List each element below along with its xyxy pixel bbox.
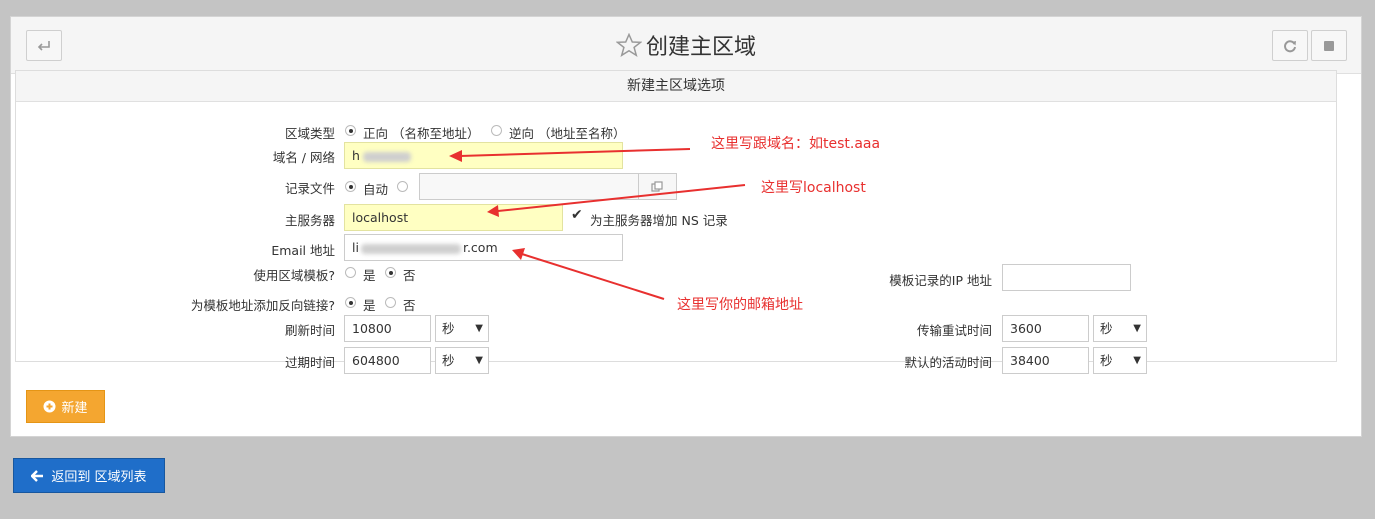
create-button[interactable]: 新建 <box>26 390 105 423</box>
arrow-left-icon <box>31 469 44 482</box>
record-file-input[interactable] <box>419 173 639 200</box>
add-ns-label: 为主服务器增加 NS 记录 <box>590 213 728 228</box>
use-template-no-radio[interactable] <box>385 267 396 278</box>
master-server-label: 主服务器 <box>284 213 335 228</box>
domain-input[interactable]: h <box>344 142 623 169</box>
default-ttl-label: 默认的活动时间 <box>904 355 992 370</box>
stop-icon <box>1324 40 1334 51</box>
refresh-time-label: 刷新时间 <box>284 323 335 338</box>
chevron-down-icon: ▼ <box>475 355 483 366</box>
transfer-retry-input[interactable]: 3600 <box>1002 315 1089 342</box>
expire-time-label: 过期时间 <box>284 355 335 370</box>
expire-unit-select[interactable]: 秒 ▼ <box>435 347 489 374</box>
section-title: 新建主区域选项 <box>16 71 1336 102</box>
file-chooser-button[interactable] <box>638 173 677 200</box>
chevron-down-icon: ▼ <box>475 323 483 334</box>
return-button-label: 返回到 区域列表 <box>51 470 147 485</box>
zone-type-label: 区域类型 <box>284 126 335 141</box>
refresh-time-input[interactable]: 10800 <box>344 315 431 342</box>
use-template-label: 使用区域模板? <box>253 268 335 283</box>
template-ip-input[interactable] <box>1002 264 1131 291</box>
transfer-retry-unit-value: 秒 <box>1100 321 1113 336</box>
record-file-custom-radio[interactable] <box>397 181 408 192</box>
domain-value: h <box>352 148 360 163</box>
default-ttl-unit-select[interactable]: 秒 ▼ <box>1093 347 1147 374</box>
add-ns-checkbox[interactable]: ✔ <box>571 208 584 222</box>
chevron-down-icon: ▼ <box>1133 355 1141 366</box>
email-label: Email 地址 <box>271 243 335 258</box>
expire-time-input[interactable]: 604800 <box>344 347 431 374</box>
stop-button[interactable] <box>1311 30 1347 61</box>
email-value-suffix: r.com <box>462 240 498 255</box>
zone-type-forward-radio[interactable] <box>345 125 356 136</box>
email-value-prefix: li <box>352 240 359 255</box>
use-template-yes-radio[interactable] <box>345 267 356 278</box>
record-file-label: 记录文件 <box>284 181 335 196</box>
record-file-auto-radio[interactable] <box>345 181 356 192</box>
use-template-yes-label: 是 <box>363 268 376 283</box>
expire-unit-value: 秒 <box>442 353 455 368</box>
add-reverse-no-label: 否 <box>403 298 416 313</box>
default-ttl-input[interactable]: 38400 <box>1002 347 1089 374</box>
email-annotation: 这里写你的邮箱地址 <box>677 297 803 313</box>
add-reverse-yes-label: 是 <box>363 298 376 313</box>
use-template-no-label: 否 <box>403 268 416 283</box>
email-input[interactable]: li r.com <box>344 234 623 261</box>
zone-type-reverse-label: 逆向 （地址至名称） <box>509 126 626 141</box>
page-title-text: 创建主区域 <box>645 35 756 60</box>
template-ip-label: 模板记录的IP 地址 <box>889 273 992 288</box>
domain-label: 域名 / 网络 <box>272 150 335 165</box>
create-button-label: 新建 <box>61 401 88 416</box>
refresh-icon <box>1284 39 1296 52</box>
add-reverse-no-radio[interactable] <box>385 297 396 308</box>
add-reverse-yes-radio[interactable] <box>345 297 356 308</box>
transfer-retry-label: 传输重试时间 <box>916 323 992 338</box>
add-reverse-label: 为模板地址添加反向链接? <box>190 298 335 313</box>
record-file-auto-label: 自动 <box>363 182 389 197</box>
server-annotation: 这里写localhost <box>761 180 866 196</box>
file-chooser-icon <box>651 181 663 192</box>
zone-type-reverse-radio[interactable] <box>491 125 502 136</box>
plus-circle-icon <box>43 400 56 413</box>
refresh-unit-select[interactable]: 秒 ▼ <box>435 315 489 342</box>
refresh-button[interactable] <box>1272 30 1308 61</box>
domain-annotation: 这里写跟域名：如test.aaa <box>711 136 881 152</box>
zone-type-forward-label: 正向 （名称至地址） <box>363 126 480 141</box>
page-title: 创建主区域 <box>11 29 1361 61</box>
star-icon[interactable] <box>615 32 643 57</box>
refresh-unit-value: 秒 <box>442 321 455 336</box>
default-ttl-unit-value: 秒 <box>1100 353 1113 368</box>
master-server-input[interactable]: localhost <box>344 204 563 231</box>
chevron-down-icon: ▼ <box>1133 323 1141 334</box>
return-to-list-button[interactable]: 返回到 区域列表 <box>13 458 165 493</box>
panel-header: 创建主区域 <box>11 17 1361 74</box>
transfer-retry-unit-select[interactable]: 秒 ▼ <box>1093 315 1147 342</box>
